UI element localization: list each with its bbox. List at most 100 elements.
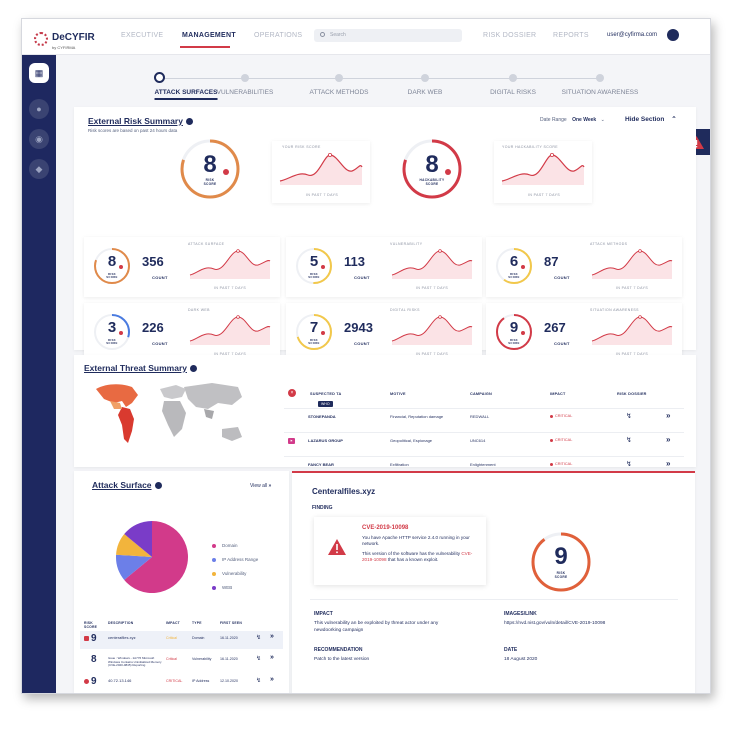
category-tile[interactable]: 6 RISK SCORE 87 COUNT ATTACK METHODS IN … [486, 237, 682, 297]
threat-ta[interactable]: LAZARUS GROUP [308, 438, 343, 443]
finding-score-label: RISK SCORE [554, 571, 568, 579]
tile-title: ATTACK SURFACE [188, 242, 225, 246]
step-dot-dark-web[interactable] [421, 74, 429, 82]
top-bar: DeCYFIR by CYFIRMA EXECUTIVE MANAGEMENT … [22, 19, 710, 55]
chevrons-right-icon[interactable]: » [270, 633, 274, 640]
as-th: FIRST SEEN [220, 621, 242, 625]
images-link[interactable]: https://nvd.nist.gov/vuln/detail/CVE-201… [504, 621, 605, 626]
legend-label: WEB [222, 585, 233, 590]
step-dot-vulnerabilities[interactable] [241, 74, 249, 82]
step-attack-methods[interactable]: ATTACK METHODS [310, 89, 369, 96]
tile-count-value: 87 [544, 254, 559, 269]
step-situation-awareness[interactable]: SITUATION AWARENESS [562, 89, 639, 96]
user-email[interactable]: user@cyfirma.com [607, 32, 657, 38]
stepper-line [160, 78, 600, 79]
threat-ta[interactable]: FANCY BEAR [308, 462, 334, 467]
sidebar-dashboard-button[interactable]: ▦ [29, 63, 49, 83]
chevrons-right-icon[interactable]: » [666, 459, 670, 468]
sidebar-person-button[interactable]: ● [29, 99, 49, 119]
dossier-icon[interactable]: ↯ [256, 634, 261, 641]
step-digital-risks[interactable]: DIGITAL RISKS [490, 89, 536, 96]
tile-sparkline [189, 315, 271, 345]
view-all-link[interactable]: View all » [250, 483, 271, 489]
dossier-icon[interactable]: ↯ [626, 460, 632, 468]
legend-label: Domain [222, 543, 238, 548]
tile-count-label: COUNT [152, 341, 168, 346]
nav-executive[interactable]: EXECUTIVE [121, 32, 163, 39]
divider [310, 599, 678, 600]
step-dot-attack-surfaces[interactable] [154, 72, 165, 83]
step-dark-web[interactable]: DARK WEB [408, 89, 443, 96]
category-tile[interactable]: 7 RISK SCORE 2943 COUNT DIGITAL RISKS IN… [286, 303, 482, 363]
chevrons-right-icon[interactable]: » [666, 435, 670, 444]
tile-title: ATTACK METHODS [590, 242, 628, 246]
dashboard-icon: ▦ [34, 67, 44, 78]
chevrons-right-icon[interactable]: » [270, 676, 274, 683]
finding-box: CVE-2019-10098 You have Apache HTTP serv… [314, 517, 486, 585]
tile-title: DIGITAL RISKS [390, 308, 420, 312]
category-tile[interactable]: 8 RISK SCORE 356 COUNT ATTACK SURFACE IN… [84, 237, 280, 297]
tile-count-value: 113 [344, 254, 365, 269]
step-dot-digital-risks[interactable] [509, 74, 517, 82]
th-campaign: CAMPAIGN [470, 392, 492, 396]
nav-reports[interactable]: REPORTS [553, 32, 589, 39]
nav-active-underline [180, 46, 230, 48]
tile-score-label: RISK SCORE [106, 338, 118, 345]
hide-section-button[interactable]: Hide Section ⌃ [625, 115, 677, 123]
as-type: Vulnerability [192, 657, 212, 661]
cve-id[interactable]: CVE-2019-10098 [362, 525, 408, 531]
dossier-icon[interactable]: ↯ [626, 412, 632, 420]
step-attack-surfaces[interactable]: ATTACK SURFACES [154, 89, 218, 100]
legend-swatch [212, 544, 216, 548]
info-icon[interactable] [189, 365, 197, 373]
sidebar-shield-button[interactable]: ◆ [29, 159, 49, 179]
brand-sub: by CYFIRMA [52, 45, 76, 50]
nav-operations[interactable]: OPERATIONS [254, 32, 302, 39]
chevrons-right-icon[interactable]: » [666, 411, 670, 420]
category-tile[interactable]: 5 RISK SCORE 113 COUNT VULNERABILITY IN … [286, 237, 482, 297]
nav-management[interactable]: MANAGEMENT [182, 32, 236, 39]
category-tile[interactable]: 3 RISK SCORE 226 COUNT DARK WEB IN PAST … [84, 303, 280, 363]
threat-ta[interactable]: STONEPANDA [308, 414, 336, 419]
threat-motive: Financial, Reputation damage [390, 414, 444, 419]
tile-count-value: 356 [142, 254, 164, 269]
search-input[interactable]: Search [314, 29, 462, 42]
close-icon[interactable]: × [288, 389, 296, 397]
finding-label: FINDING [312, 505, 333, 511]
hackability-score-gauge: 8 HACKABILITY SCORE [400, 137, 464, 201]
tile-period: IN PAST 7 DAYS [416, 286, 449, 290]
as-description[interactable]: 40.72.13.146 [108, 679, 164, 683]
tile-count-value: 267 [544, 320, 566, 335]
step-dot-situation-awareness[interactable] [596, 74, 604, 82]
images-link-label: IMAGES/LINK [504, 611, 537, 617]
dossier-icon[interactable]: ↯ [256, 655, 261, 662]
brand-logo[interactable]: DeCYFIR by CYFIRMA [34, 27, 95, 50]
as-type: Domain [192, 636, 205, 640]
hackability-trend-period: IN PAST 7 DAYS [528, 193, 561, 197]
info-icon[interactable] [154, 482, 162, 490]
info-icon[interactable] [185, 118, 193, 126]
finding-score-value: 9 [554, 543, 568, 570]
risk-summary-subtitle: Risk scores are based on past 24 hours d… [88, 128, 178, 133]
chevrons-right-icon[interactable]: » [270, 654, 274, 661]
dossier-icon[interactable]: ↯ [256, 677, 261, 684]
as-description[interactable]: centerafiles.xyz [108, 636, 164, 640]
row-highlight [80, 631, 283, 649]
date-range-control[interactable]: Date Range One Week ⌄ [540, 117, 605, 123]
th-risk-dossier: RISK DOSSIER [617, 392, 647, 396]
tile-score-value: 9 [509, 319, 519, 336]
legend-label: IP Address Range [222, 557, 259, 562]
tile-count-value: 2943 [344, 320, 373, 335]
chevron-up-icon: ⌃ [671, 116, 677, 123]
external-threat-summary-card: External Threat Summary × SUSPECTED TA M… [74, 355, 696, 468]
category-tile[interactable]: 9 RISK SCORE 267 COUNT SITUATION AWARENE… [486, 303, 682, 363]
avatar[interactable] [667, 29, 679, 41]
dossier-icon[interactable]: ↯ [626, 436, 632, 444]
sidebar-eye-button[interactable]: ◉ [29, 129, 49, 149]
step-vulnerabilities[interactable]: VULNERABILITIES [217, 89, 274, 96]
nav-risk-dossier[interactable]: RISK DOSSIER [483, 32, 536, 39]
date-range-label: Date Range [540, 117, 567, 123]
step-dot-attack-methods[interactable] [335, 74, 343, 82]
as-description[interactable]: Issue : Windows - 1A776 Microsoft Window… [108, 656, 164, 668]
threat-campaign: UNC614 [470, 438, 486, 443]
